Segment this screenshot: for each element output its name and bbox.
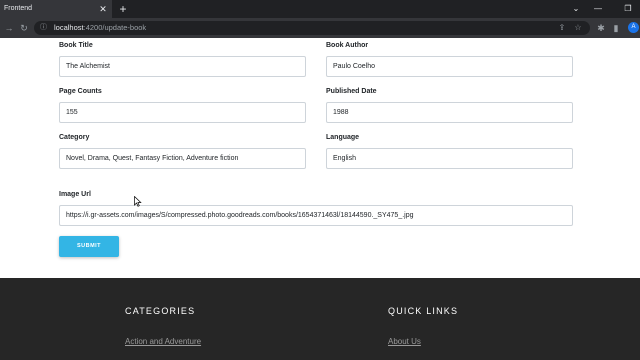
page-counts-input[interactable]: 155 — [59, 102, 306, 123]
info-icon[interactable]: ⓘ — [40, 21, 48, 35]
category-link-action-adventure[interactable]: Action and Adventure — [125, 337, 201, 346]
image-url-input[interactable]: https://i.gr-assets.com/images/S/compres… — [59, 205, 573, 226]
tab-title: Frontend — [4, 5, 33, 12]
browser-toolbar: → ↻ ⓘ localhost:4200/update-book ⇪ ☆ ✱ ▮… — [0, 18, 640, 38]
page-counts-label: Page Counts — [59, 88, 102, 95]
forward-icon[interactable]: → — [2, 18, 16, 38]
published-date-label: Published Date — [326, 88, 377, 95]
language-label: Language — [326, 134, 360, 141]
category-input[interactable]: Novel, Drama, Quest, Fantasy Fiction, Ad… — [59, 148, 306, 169]
submit-button[interactable]: SUBMIT — [59, 236, 119, 257]
site-footer: CATEGORIES QUICK LINKS Action and Advent… — [0, 278, 640, 360]
url-path: :4200/update-book — [83, 23, 147, 32]
tab-close-icon[interactable]: ✕ — [98, 0, 108, 18]
bookmark-star-icon[interactable]: ☆ — [572, 21, 584, 35]
mouse-cursor-icon — [134, 196, 142, 207]
side-panel-icon[interactable]: ▮ — [609, 18, 623, 38]
restore-icon[interactable]: ❐ — [620, 0, 636, 18]
image-url-label: Image Url — [59, 191, 91, 198]
share-icon[interactable]: ⇪ — [556, 21, 568, 35]
category-label: Category — [59, 134, 90, 141]
browser-tab[interactable]: Frontend — [0, 0, 112, 18]
quick-link-about-us[interactable]: About Us — [388, 337, 421, 346]
categories-heading: CATEGORIES — [125, 306, 196, 316]
book-author-input[interactable]: Paulo Coelho — [326, 56, 573, 77]
extensions-icon[interactable]: ✱ — [594, 18, 608, 38]
book-author-label: Book Author — [326, 42, 369, 49]
language-input[interactable]: English — [326, 148, 573, 169]
profile-avatar[interactable]: A — [628, 22, 639, 33]
book-title-label: Book Title — [59, 42, 93, 49]
new-tab-icon[interactable]: + — [116, 0, 130, 18]
url-host: localhost — [54, 23, 84, 32]
book-title-input[interactable]: The Alchemist — [59, 56, 306, 77]
quick-links-heading: QUICK LINKS — [388, 306, 459, 316]
browser-tab-bar: Frontend ✕ + ⌄ — ❐ — [0, 0, 640, 18]
url-text[interactable]: localhost:4200/update-book — [54, 21, 146, 35]
reload-icon[interactable]: ↻ — [17, 18, 31, 38]
published-date-input[interactable]: 1988 — [326, 102, 573, 123]
minimize-icon[interactable]: — — [590, 0, 606, 18]
tab-search-icon[interactable]: ⌄ — [568, 0, 584, 18]
address-bar[interactable]: ⓘ localhost:4200/update-book ⇪ ☆ — [34, 21, 590, 35]
